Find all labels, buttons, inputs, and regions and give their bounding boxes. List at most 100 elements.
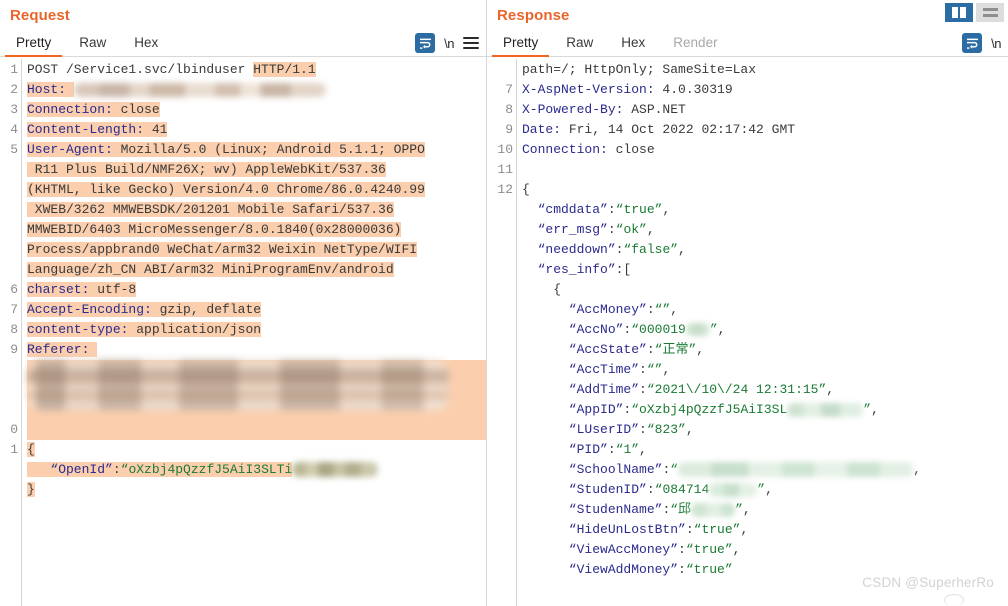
code-line[interactable]: Date: Fri, 14 Oct 2022 02:17:42 GMT [522, 120, 1008, 140]
code-token: “true” [693, 522, 741, 537]
request-tab-hex[interactable]: Hex [120, 31, 172, 56]
line-number [487, 500, 516, 520]
request-title: Request [10, 7, 70, 24]
code-token: gzip, deflate [151, 302, 262, 317]
line-number [487, 440, 516, 460]
code-line[interactable] [522, 160, 1008, 180]
code-line[interactable]: MMWEBID/6403 MicroMessenger/8.0.1840(0x2… [27, 220, 486, 240]
word-wrap-icon[interactable] [962, 33, 983, 53]
line-number [0, 240, 21, 260]
code-token: Fri, 14 Oct 2022 02:17:42 GMT [561, 122, 796, 137]
code-line[interactable]: “AccTime”:“”, [522, 360, 1008, 380]
two-columns-icon [951, 7, 967, 18]
code-token: , [639, 442, 647, 457]
code-line[interactable]: User-Agent: Mozilla/5.0 (Linux; Android … [27, 140, 486, 160]
code-line[interactable]: “AccNo”:“000019”, [522, 320, 1008, 340]
code-token: ” [709, 322, 718, 337]
newline-toggle[interactable]: \n [991, 36, 1001, 51]
code-line[interactable]: Process/appbrand0 WeChat/arm32 Weixin Ne… [27, 240, 486, 260]
redacted-value [292, 462, 379, 478]
code-token: , [685, 422, 694, 437]
code-line[interactable]: path=/; HttpOnly; SameSite=Lax [522, 60, 1008, 80]
code-line[interactable]: POST /Service1.svc/lbinduser HTTP/1.1 [27, 60, 486, 80]
code-line[interactable]: X-AspNet-Version: 4.0.30319 [522, 80, 1008, 100]
code-line[interactable]: { [522, 280, 1008, 300]
code-line[interactable]: Connection: close [27, 100, 486, 120]
request-tab-pretty[interactable]: Pretty [2, 31, 65, 57]
code-token: ” [863, 402, 872, 417]
code-token: “” [654, 302, 671, 317]
code-line[interactable]: “needdown”:“false”, [522, 240, 1008, 260]
line-number: 6 [10, 282, 18, 297]
code-line[interactable]: “HideUnLostBtn”:“true”, [522, 520, 1008, 540]
code-line[interactable]: “cmddata”:“true”, [522, 200, 1008, 220]
code-line[interactable]: “AccMoney”:“”, [522, 300, 1008, 320]
code-token: “AccTime” [522, 362, 640, 377]
request-lines[interactable]: POST /Service1.svc/lbinduser HTTP/1.1 Hos… [22, 57, 486, 606]
code-token: “oXzbj4pQzzfJ5AiI3SL [631, 402, 788, 417]
code-line[interactable]: “AddTime”:“2021\/10\/24 12:31:15”, [522, 380, 1008, 400]
code-line[interactable] [27, 420, 486, 440]
code-line[interactable]: “OpenId”:“oXzbj4pQzzfJ5AiI3SLTi [27, 460, 486, 480]
code-line[interactable]: “LUserID”:“823”, [522, 420, 1008, 440]
code-line[interactable]: “StudenID”:“084714 ”, [522, 480, 1008, 500]
code-line[interactable]: XWEB/3262 MMWEBSDK/201201 Mobile Safari/… [27, 200, 486, 220]
line-number [487, 280, 516, 300]
code-line[interactable]: “ViewAccMoney”:“true”, [522, 540, 1008, 560]
line-number [0, 180, 21, 200]
response-tabbar: Pretty Raw Hex Render \n [487, 27, 1008, 57]
code-line[interactable]: { [27, 440, 486, 460]
response-code-area[interactable]: 7 8 9 10 11 12 path=/; HttpOnly; SameSite=Lax… [487, 57, 1008, 606]
code-line[interactable]: “SchoolName”:“, [522, 460, 1008, 480]
code-line[interactable] [27, 360, 486, 410]
code-line[interactable]: Connection: close [522, 140, 1008, 160]
layout-toggle-horizontal-split[interactable] [976, 3, 1004, 22]
code-line[interactable]: R11 Plus Build/NMF26X; wv) AppleWebKit/5… [27, 160, 486, 180]
code-token: { [522, 282, 562, 297]
code-token: , [696, 342, 705, 357]
response-tab-hex[interactable]: Hex [607, 31, 659, 56]
code-line[interactable]: “StudenName”:“邱”, [522, 500, 1008, 520]
code-line[interactable]: “PID”:“1”, [522, 440, 1008, 460]
word-wrap-icon[interactable] [415, 33, 436, 53]
response-tab-raw[interactable]: Raw [552, 31, 607, 56]
code-line[interactable]: “AppID”:“oXzbj4pQzzfJ5AiI3SL”, [522, 400, 1008, 420]
code-line[interactable]: X-Powered-By: ASP.NET [522, 100, 1008, 120]
response-lines[interactable]: path=/; HttpOnly; SameSite=Lax X-AspNet-V… [517, 57, 1008, 606]
code-token: POST /Service1.svc/lbinduser [27, 62, 254, 77]
code-line[interactable]: content-type: application/json [27, 320, 486, 340]
code-line[interactable]: Language/zh_CN ABI/arm32 MiniProgramEnv/… [27, 260, 486, 280]
code-token [66, 82, 74, 97]
code-line[interactable]: Referer: [27, 340, 486, 360]
layout-toggle-vertical-split[interactable] [945, 3, 973, 22]
code-line[interactable]: “res_info”:[ [522, 260, 1008, 280]
code-line[interactable]: Host: [27, 80, 486, 100]
code-token: : [112, 462, 121, 477]
code-token: “err_msg” [522, 222, 608, 237]
response-tab-pretty[interactable]: Pretty [489, 31, 552, 57]
newline-toggle[interactable]: \n [444, 36, 454, 51]
request-code-area[interactable]: 1 2 3 4 5 6 7 8 9 0 1 POST /Service1.svc/lbinduser… [0, 57, 486, 606]
code-line[interactable]: { [522, 180, 1008, 200]
line-number [487, 60, 516, 80]
code-line[interactable]: (KHTML, like Gecko) Version/4.0 Chrome/8… [27, 180, 486, 200]
code-token: , [742, 502, 751, 517]
code-line[interactable]: Content-Length: 41 [27, 120, 486, 140]
line-number: 10 [497, 142, 513, 157]
code-line[interactable]: charset: utf-8 [27, 280, 486, 300]
code-line[interactable]: “err_msg”:“ok”, [522, 220, 1008, 240]
code-token: , [740, 522, 749, 537]
code-token: : [685, 522, 694, 537]
code-line[interactable]: “AccState”:“正常”, [522, 340, 1008, 360]
hamburger-menu-icon[interactable] [463, 36, 479, 50]
code-token: Process/appbrand0 WeChat/arm32 Weixin Ne… [27, 242, 418, 257]
code-line[interactable]: } [27, 480, 486, 500]
code-line[interactable]: Accept-Encoding: gzip, deflate [27, 300, 486, 320]
code-token: Connection: [27, 102, 113, 117]
request-tab-raw[interactable]: Raw [65, 31, 120, 56]
line-number: 7 [505, 82, 513, 97]
response-tab-render[interactable]: Render [659, 31, 731, 56]
code-token: Language/zh_CN ABI/arm32 MiniProgramEnv/… [27, 262, 394, 277]
code-token: close [112, 102, 160, 117]
line-number [0, 460, 21, 480]
